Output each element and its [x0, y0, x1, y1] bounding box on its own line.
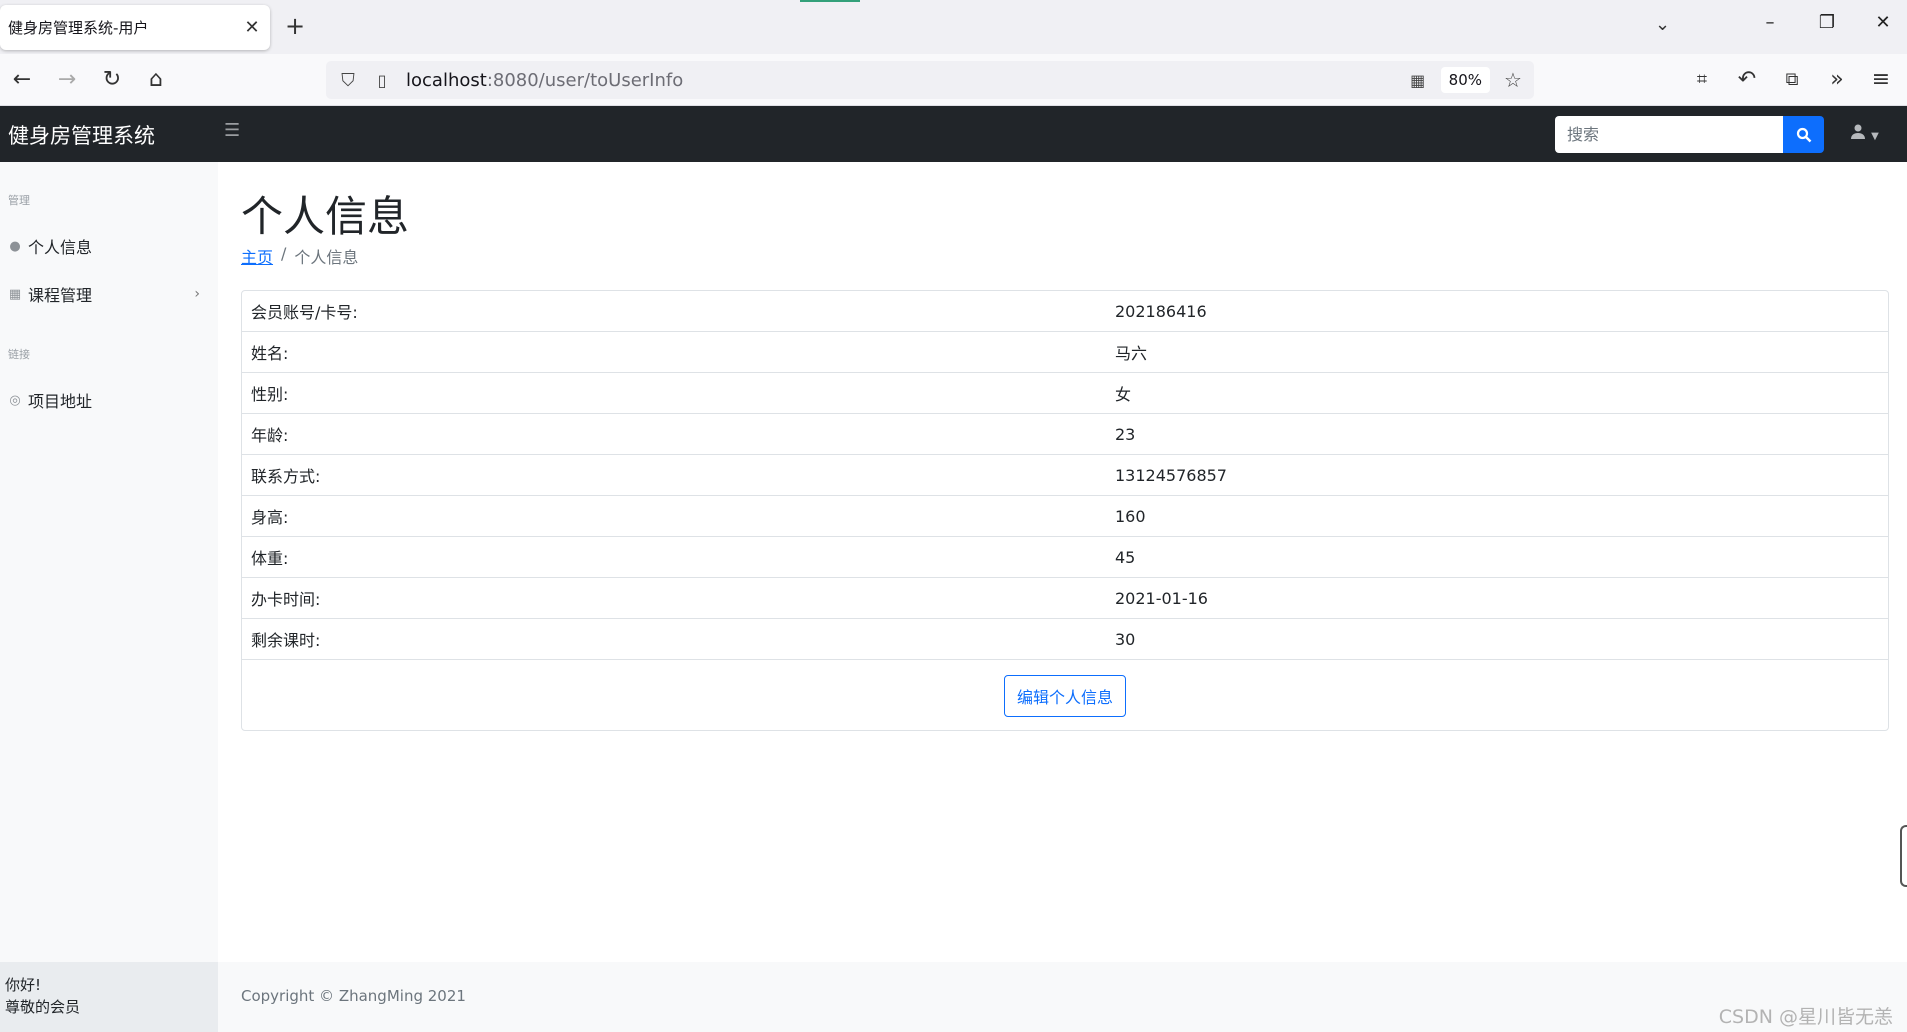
breadcrumb-home-link[interactable]: 主页	[241, 244, 273, 268]
copyright: Copyright © ZhangMing 2021	[241, 987, 466, 1005]
github-icon: ◎	[9, 392, 21, 408]
row-value: 45	[1115, 547, 1136, 567]
row-label: 身高:	[251, 508, 289, 527]
breadcrumb-separator: /	[281, 244, 287, 263]
user-dropdown[interactable]: ▼	[1850, 123, 1879, 143]
url-text[interactable]: localhost:8080/user/toUserInfo	[406, 70, 1405, 91]
row-value: 30	[1115, 629, 1136, 649]
tab-title: 健身房管理系统-用户	[8, 19, 149, 37]
undo-arrow-icon[interactable]: ↶	[1733, 66, 1761, 94]
extensions-icon[interactable]: ⧉	[1778, 66, 1806, 94]
side-panel-handle[interactable]	[1900, 825, 1907, 887]
table-row: 会员账号/卡号: 202186416	[242, 291, 1888, 332]
user-icon: ●	[9, 238, 21, 254]
window-close-icon[interactable]: ✕	[1868, 12, 1898, 33]
crop-icon[interactable]: ⌗	[1688, 66, 1716, 94]
home-icon[interactable]: ⌂	[142, 66, 170, 94]
sidebar-heading-links: 链接	[8, 348, 30, 361]
browser-tabbar: 健身房管理系统-用户 ✕ + ⌄ – ❐ ✕	[0, 0, 1907, 54]
table-row: 联系方式: 13124576857	[242, 455, 1888, 496]
sidebar-item-profile[interactable]: ● 个人信息	[8, 234, 208, 258]
member-role: 尊敬的会员	[5, 998, 81, 1016]
row-label: 会员账号/卡号:	[251, 303, 358, 322]
sidebar-item-courses[interactable]: ▦ 课程管理 ›	[8, 282, 208, 306]
page-footer: Copyright © ZhangMing 2021	[218, 962, 1907, 1032]
table-row: 体重: 45	[242, 537, 1888, 578]
caret-down-icon: ▼	[1871, 131, 1879, 142]
search-input[interactable]	[1555, 116, 1783, 153]
sidebar-item-label: 项目地址	[28, 392, 93, 411]
calendar-icon: ▦	[8, 286, 22, 302]
user-icon	[1851, 124, 1865, 139]
sidebar-item-label: 个人信息	[28, 238, 93, 257]
search-button[interactable]	[1783, 116, 1824, 153]
zoom-level[interactable]: 80%	[1440, 67, 1490, 93]
app-navbar: 健身房管理系统 ☰ ▼	[0, 106, 1907, 162]
row-label: 办卡时间:	[251, 590, 321, 609]
row-label: 姓名:	[251, 344, 289, 363]
row-label: 性别:	[251, 385, 289, 404]
sidebar-heading-manage: 管理	[8, 194, 30, 207]
row-label: 体重:	[251, 549, 289, 568]
tabs-list-chevron-icon[interactable]: ⌄	[1655, 14, 1670, 35]
brand[interactable]: 健身房管理系统	[8, 120, 155, 150]
url-host: localhost	[406, 69, 487, 91]
loading-indicator	[800, 0, 860, 2]
row-value: 马六	[1115, 344, 1148, 363]
greeting: 你好!	[5, 976, 42, 994]
new-tab-icon[interactable]: +	[285, 12, 305, 40]
row-value: 202186416	[1115, 301, 1207, 321]
row-value: 13124576857	[1115, 465, 1227, 485]
table-row: 身高: 160	[242, 496, 1888, 537]
shield-icon[interactable]: ⛉	[336, 70, 360, 91]
reload-icon[interactable]: ↻	[98, 66, 126, 94]
sidebar: 管理 ● 个人信息 ▦ 课程管理 › 链接 ◎ 项目地址 你好! 尊敬的会员	[0, 162, 218, 1032]
row-label: 剩余课时:	[251, 631, 321, 650]
sidebar-footer: 你好! 尊敬的会员	[0, 962, 218, 1032]
page-icon: ▯	[377, 70, 387, 90]
back-icon[interactable]: ←	[8, 66, 36, 94]
search-icon	[1796, 127, 1811, 142]
bookmark-star-icon[interactable]: ☆	[1500, 68, 1526, 92]
table-row: 姓名: 马六	[242, 332, 1888, 373]
card-footer: 编辑个人信息	[242, 660, 1888, 731]
overflow-chevrons-icon[interactable]: »	[1823, 66, 1851, 94]
browser-toolbar: ← → ↻ ⌂ ⛉ ▯ localhost:8080/user/toUserIn…	[0, 54, 1907, 106]
sidebar-item-label: 课程管理	[28, 286, 93, 305]
qr-code-icon[interactable]: ▦	[1405, 71, 1431, 90]
breadcrumb: 主页 / 个人信息	[241, 244, 358, 268]
tab-close-icon[interactable]: ✕	[242, 17, 262, 38]
page-title: 个人信息	[241, 192, 410, 241]
chevron-right-icon: ›	[194, 286, 200, 302]
menu-icon[interactable]: ≡	[1867, 66, 1895, 94]
row-value: 160	[1115, 506, 1146, 526]
watermark: CSDN @星川皆无恙	[1718, 1006, 1893, 1028]
restore-icon[interactable]: ❐	[1812, 12, 1842, 33]
row-value: 23	[1115, 424, 1136, 444]
info-card: 会员账号/卡号: 202186416 姓名: 马六 性别: 女 年龄: 23 联系方式:…	[241, 290, 1889, 731]
table-row: 办卡时间: 2021-01-16	[242, 578, 1888, 619]
row-label: 联系方式:	[251, 467, 321, 486]
row-value: 2021-01-16	[1115, 588, 1208, 608]
table-row: 剩余课时: 30	[242, 619, 1888, 660]
breadcrumb-current: 个人信息	[294, 248, 359, 267]
address-bar[interactable]: ⛉ ▯ localhost:8080/user/toUserInfo ▦ 80%…	[326, 61, 1534, 99]
table-row: 年龄: 23	[242, 414, 1888, 455]
row-value: 女	[1115, 385, 1132, 404]
sidebar-toggle-icon[interactable]: ☰	[224, 120, 240, 141]
forward-icon[interactable]: →	[53, 66, 81, 94]
table-row: 性别: 女	[242, 373, 1888, 414]
sidebar-item-project[interactable]: ◎ 项目地址	[8, 388, 208, 412]
browser-tab[interactable]: 健身房管理系统-用户 ✕	[0, 5, 270, 50]
url-path: :8080/user/toUserInfo	[486, 69, 684, 91]
row-label: 年龄:	[251, 426, 289, 445]
minimize-icon[interactable]: –	[1755, 12, 1785, 33]
edit-profile-button[interactable]: 编辑个人信息	[1003, 674, 1126, 717]
